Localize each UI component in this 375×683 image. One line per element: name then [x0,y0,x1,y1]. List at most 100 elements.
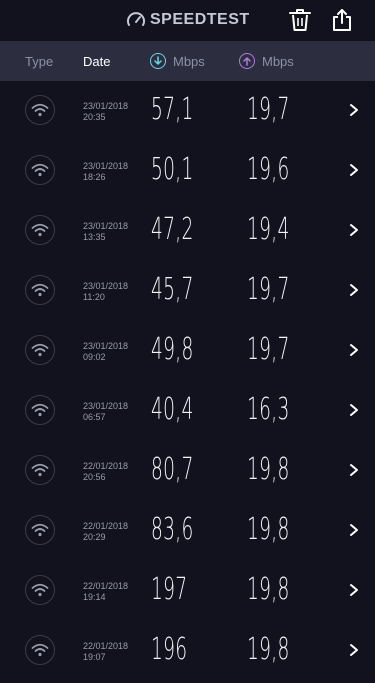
chevron-right-icon[interactable] [348,583,360,597]
result-row[interactable]: 23/01/2018 09:02 49,8 19,7 [0,321,375,381]
upload-speed: 19,7 [247,332,290,367]
connection-type [25,635,55,665]
result-time: 09:02 [83,352,106,362]
result-time: 20:35 [83,112,106,122]
download-speed: 47,2 [151,212,194,247]
result-time: 13:35 [83,232,106,242]
connection-type [25,215,55,245]
result-date: 23/01/2018 [83,341,129,351]
connection-type [25,515,55,545]
speedometer-icon [127,12,145,26]
download-speed: 50,1 [151,152,194,187]
connection-type [25,575,55,605]
chevron-right-icon[interactable] [348,523,360,537]
upload-speed: 19,7 [247,92,290,127]
download-speed: 49,8 [151,332,194,367]
download-speed: 40,4 [151,392,194,427]
chevron-right-icon[interactable] [348,283,360,297]
result-date: 22/01/2018 [83,581,129,591]
connection-type [25,95,55,125]
upload-speed: 19,8 [247,452,290,487]
result-row[interactable]: 23/01/2018 18:26 50,1 19,6 [0,141,375,201]
wifi-icon [31,643,49,657]
result-datetime: 22/01/2018 20:56 [83,461,128,483]
column-upload-label: Mbps [262,53,294,69]
column-download[interactable]: Mbps [150,41,205,81]
upload-speed: 19,6 [247,152,290,187]
result-time: 18:26 [83,172,106,182]
column-type[interactable]: Type [25,41,53,81]
download-speed: 80,7 [151,452,194,487]
results-column-header: Type Date Mbps Mbps [0,41,375,81]
result-datetime: 22/01/2018 19:07 [83,641,128,663]
result-datetime: 23/01/2018 11:20 [83,281,128,303]
result-datetime: 23/01/2018 06:57 [83,401,128,423]
result-time: 06:57 [83,412,106,422]
result-date: 23/01/2018 [83,101,129,111]
upload-speed: 19,8 [247,512,290,547]
result-row[interactable]: 22/01/2018 19:07 196 19,8 [0,621,375,681]
result-row[interactable]: 23/01/2018 06:57 40,4 16,3 [0,381,375,441]
chevron-right-icon[interactable] [348,163,360,177]
upload-speed: 16,3 [247,392,290,427]
trash-icon[interactable] [289,8,311,32]
upload-speed: 19,8 [247,572,290,607]
wifi-icon [31,343,49,357]
result-row[interactable]: 23/01/2018 13:35 47,2 19,4 [0,201,375,261]
arrow-up-circle-icon [239,53,255,69]
download-speed: 83,6 [151,512,194,547]
speedtest-logo: SPEEDTEST [126,10,250,30]
wifi-icon [31,163,49,177]
wifi-icon [31,583,49,597]
connection-type [25,455,55,485]
chevron-right-icon[interactable] [348,463,360,477]
connection-type [25,335,55,365]
share-icon[interactable] [331,8,353,32]
result-row[interactable]: 22/01/2018 20:56 80,7 19,8 [0,441,375,501]
result-time: 20:29 [83,532,106,542]
wifi-icon [31,403,49,417]
chevron-right-icon[interactable] [348,223,360,237]
chevron-right-icon[interactable] [348,643,360,657]
result-datetime: 23/01/2018 13:35 [83,221,128,243]
wifi-icon [31,463,49,477]
result-row[interactable]: 22/01/2018 20:29 83,6 19,8 [0,501,375,561]
column-date[interactable]: Date [83,41,110,81]
brand-name: SPEEDTEST [150,11,250,28]
column-upload[interactable]: Mbps [239,41,294,81]
chevron-right-icon[interactable] [348,403,360,417]
result-row[interactable]: 23/01/2018 20:35 57,1 19,7 [0,81,375,141]
result-datetime: 23/01/2018 18:26 [83,161,128,183]
chevron-right-icon[interactable] [348,103,360,117]
result-date: 22/01/2018 [83,641,129,651]
result-date: 23/01/2018 [83,161,129,171]
upload-speed: 19,8 [247,632,290,667]
chevron-right-icon[interactable] [348,343,360,357]
download-speed: 196 [151,632,188,667]
result-datetime: 22/01/2018 20:29 [83,521,128,543]
result-date: 22/01/2018 [83,521,129,531]
results-list: 23/01/2018 20:35 57,1 19,7 23/01/2018 18… [0,81,375,681]
connection-type [25,395,55,425]
result-time: 11:20 [83,292,105,302]
result-datetime: 23/01/2018 20:35 [83,101,128,123]
result-time: 20:56 [83,472,106,482]
arrow-down-circle-icon [150,53,166,69]
download-speed: 197 [151,572,188,607]
wifi-icon [31,283,49,297]
upload-speed: 19,4 [247,212,290,247]
result-date: 23/01/2018 [83,221,129,231]
download-speed: 57,1 [151,92,194,127]
upload-speed: 19,7 [247,272,290,307]
result-date: 22/01/2018 [83,461,129,471]
result-date: 23/01/2018 [83,401,129,411]
result-time: 19:14 [83,592,106,602]
column-download-label: Mbps [173,53,205,69]
result-date: 23/01/2018 [83,281,129,291]
result-row[interactable]: 23/01/2018 11:20 45,7 19,7 [0,261,375,321]
wifi-icon [31,223,49,237]
connection-type [25,155,55,185]
result-datetime: 23/01/2018 09:02 [83,341,128,363]
result-row[interactable]: 22/01/2018 19:14 197 19,8 [0,561,375,621]
wifi-icon [31,103,49,117]
